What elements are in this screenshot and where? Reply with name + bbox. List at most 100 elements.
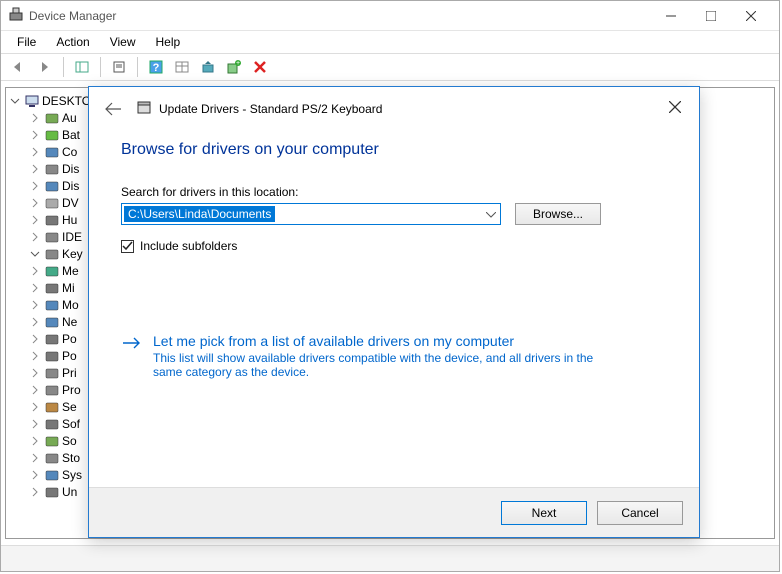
show-hide-tree-button[interactable] [70,56,94,78]
svg-text:+: + [236,60,240,67]
tree-item-label: Po [62,332,77,346]
update-drivers-dialog: Update Drivers - Standard PS/2 Keyboard … [88,86,700,538]
battery-icon [44,127,60,143]
dialog-body: Browse for drivers on your computer Sear… [89,131,699,487]
tree-item-label: Ne [62,315,77,329]
chevron-icon [28,147,42,157]
cancel-button[interactable]: Cancel [597,501,683,525]
tree-item-label: Co [62,145,77,159]
menu-view[interactable]: View [102,33,144,51]
sound-icon [44,433,60,449]
dialog-close-button[interactable] [661,95,689,119]
add-hardware-button[interactable]: + [222,56,246,78]
menu-action[interactable]: Action [48,33,97,51]
dialog-heading: Browse for drivers on your computer [121,141,667,159]
help-button[interactable]: ? [144,56,168,78]
tree-item-label: Dis [62,179,79,193]
chevron-icon [28,232,42,242]
monitor-icon [44,297,60,313]
tree-item-label: Se [62,400,77,414]
window-title: Device Manager [29,9,651,23]
include-subfolders-label: Include subfolders [140,239,237,253]
forward-button[interactable] [33,56,57,78]
chevron-icon [28,266,42,276]
software-icon [44,416,60,432]
update-driver-button[interactable] [196,56,220,78]
chevron-icon [28,453,42,463]
close-button[interactable] [731,2,771,30]
storage-icon [44,450,60,466]
titlebar: Device Manager [1,1,779,31]
scan-button[interactable] [170,56,194,78]
memory-icon [44,263,60,279]
dialog-header: Update Drivers - Standard PS/2 Keyboard [89,87,699,131]
tree-item-label: Sof [62,417,80,431]
chevron-icon [28,283,42,293]
properties-button[interactable] [107,56,131,78]
tree-item-label: Sto [62,451,80,465]
chevron-icon [28,300,42,310]
status-bar [1,545,779,571]
chevron-icon [28,334,42,344]
ide-icon [44,229,60,245]
tree-item-label: Mi [62,281,75,295]
chevron-icon [28,402,42,412]
menu-help[interactable]: Help [148,33,189,51]
path-combobox[interactable]: C:\Users\Linda\Documents [121,203,501,225]
chevron-icon [28,385,42,395]
browse-button[interactable]: Browse... [515,203,601,225]
chevron-icon [28,470,42,480]
chevron-icon [28,249,42,259]
tree-item-label: Un [62,485,77,499]
maximize-button[interactable] [691,2,731,30]
port-icon [44,348,60,364]
chevron-icon [28,436,42,446]
chevron-down-icon [486,207,496,221]
cpu-icon [44,382,60,398]
tree-item-label: IDE [62,230,82,244]
menubar: File Action View Help [1,31,779,53]
pick-from-list-option[interactable]: Let me pick from a list of available dri… [121,333,667,379]
chevron-icon [28,130,42,140]
dvd-icon [44,195,60,211]
minimize-button[interactable] [651,2,691,30]
chevron-icon [28,351,42,361]
tree-item-label: Key [62,247,83,261]
display-icon [44,178,60,194]
chevron-icon [28,215,42,225]
dialog-footer: Next Cancel [89,487,699,537]
disk-icon [44,161,60,177]
option-description: This list will show available drivers co… [153,351,623,379]
tree-item-label: Bat [62,128,80,142]
chevron-icon [28,113,42,123]
toolbar: ? + [1,53,779,81]
mouse-icon [44,280,60,296]
tree-item-label: Po [62,349,77,363]
tree-item-label: Me [62,264,79,278]
tree-item-label: Dis [62,162,79,176]
menu-file[interactable]: File [9,33,44,51]
tree-root-label: DESKTO [42,94,91,108]
dialog-back-button[interactable] [101,97,125,121]
chevron-icon [28,487,42,497]
next-button[interactable]: Next [501,501,587,525]
uninstall-button[interactable] [248,56,272,78]
port-icon [44,331,60,347]
chevron-icon [28,317,42,327]
usb-icon [44,484,60,500]
tree-item-label: Pro [62,383,81,397]
dialog-title: Update Drivers - Standard PS/2 Keyboard [159,102,382,116]
monitor-icon [44,144,60,160]
keyboard-icon [44,246,60,262]
option-title: Let me pick from a list of available dri… [153,333,667,349]
tree-item-label: So [62,434,77,448]
tree-item-label: Mo [62,298,79,312]
computer-icon [24,93,40,109]
usb-icon [44,212,60,228]
chevron-down-icon [8,96,22,106]
back-button[interactable] [7,56,31,78]
chevron-icon [28,164,42,174]
chevron-icon [28,198,42,208]
include-subfolders-checkbox[interactable] [121,240,134,253]
search-label: Search for drivers in this location: [121,185,667,199]
